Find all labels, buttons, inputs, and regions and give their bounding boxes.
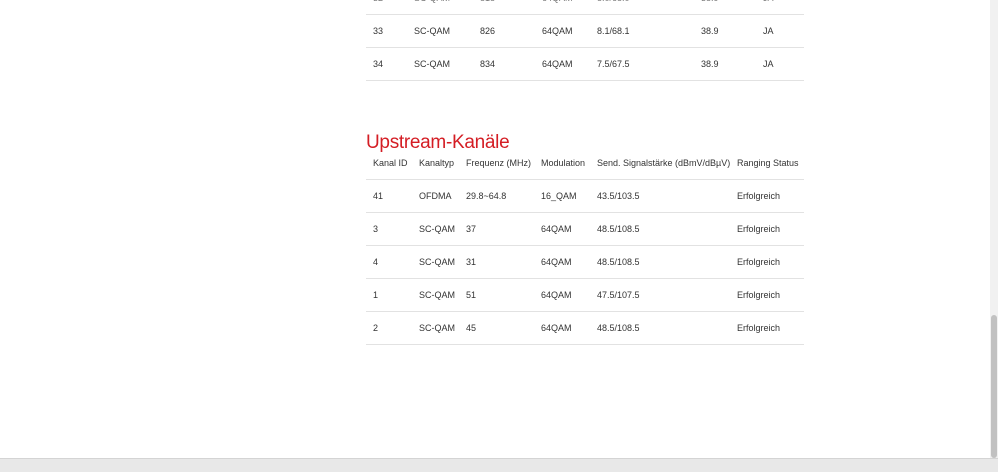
frequency-cell: 29.8~64.8 [466, 179, 541, 213]
modulation-cell: 64QAM [541, 245, 597, 279]
table-row: 1 SC-QAM 51 64QAM 47.5/107.5 Erfolgreich [366, 278, 804, 312]
snr-cell: 38.9 [701, 0, 763, 15]
power-cell: 8.1/68.1 [597, 14, 701, 48]
table-row: 32 SC-QAM 818 64QAM 8.0/68.0 38.9 JA [366, 0, 804, 15]
locked-cell: JA [763, 14, 804, 48]
horizontal-scrollbar[interactable] [0, 458, 998, 472]
modulation-cell: 64QAM [541, 278, 597, 312]
send-power-cell: 48.5/108.5 [597, 245, 737, 279]
send-power-cell: 48.5/108.5 [597, 311, 737, 345]
channel-id-cell: 41 [366, 179, 419, 213]
channel-type-cell: SC-QAM [414, 14, 480, 48]
ranging-status-cell: Erfolgreich [737, 278, 804, 312]
frequency-cell: 51 [466, 278, 541, 312]
column-header-channel-id: Kanal ID [366, 146, 419, 180]
channel-id-cell: 4 [366, 245, 419, 279]
locked-cell: JA [763, 47, 804, 81]
send-power-cell: 48.5/108.5 [597, 212, 737, 246]
table-row: 33 SC-QAM 826 64QAM 8.1/68.1 38.9 JA [366, 14, 804, 48]
column-header-frequency: Frequenz (MHz) [466, 146, 541, 180]
channel-type-cell: SC-QAM [419, 278, 466, 312]
ranging-status-cell: Erfolgreich [737, 179, 804, 213]
frequency-cell: 818 [480, 0, 542, 15]
channel-id-cell: 1 [366, 278, 419, 312]
channel-type-cell: SC-QAM [414, 47, 480, 81]
send-power-cell: 47.5/107.5 [597, 278, 737, 312]
channel-type-cell: OFDMA [419, 179, 466, 213]
column-header-ranging-status: Ranging Status [737, 146, 804, 180]
ranging-status-cell: Erfolgreich [737, 245, 804, 279]
frequency-cell: 45 [466, 311, 541, 345]
table-row: 4 SC-QAM 31 64QAM 48.5/108.5 Erfolgreich [366, 245, 804, 279]
vertical-scrollbar[interactable] [990, 0, 998, 458]
frequency-cell: 826 [480, 14, 542, 48]
channel-type-cell: SC-QAM [419, 311, 466, 345]
frequency-cell: 31 [466, 245, 541, 279]
frequency-cell: 37 [466, 212, 541, 246]
table-row: 41 OFDMA 29.8~64.8 16_QAM 43.5/103.5 Erf… [366, 179, 804, 213]
channel-id-cell: 32 [366, 0, 414, 15]
table-row: 2 SC-QAM 45 64QAM 48.5/108.5 Erfolgreich [366, 311, 804, 345]
channel-id-cell: 34 [366, 47, 414, 81]
upstream-table: Kanal ID Kanaltyp Frequenz (MHz) Modulat… [366, 146, 804, 345]
snr-cell: 38.9 [701, 14, 763, 48]
send-power-cell: 43.5/103.5 [597, 179, 737, 213]
modulation-cell: 64QAM [542, 14, 597, 48]
ranging-status-cell: Erfolgreich [737, 311, 804, 345]
ranging-status-cell: Erfolgreich [737, 212, 804, 246]
modulation-cell: 64QAM [541, 212, 597, 246]
locked-cell: JA [763, 0, 804, 15]
channel-type-cell: SC-QAM [419, 245, 466, 279]
table-row: 3 SC-QAM 37 64QAM 48.5/108.5 Erfolgreich [366, 212, 804, 246]
column-header-modulation: Modulation [541, 146, 597, 180]
column-header-channel-type: Kanaltyp [419, 146, 466, 180]
modulation-cell: 64QAM [542, 0, 597, 15]
snr-cell: 38.9 [701, 47, 763, 81]
power-cell: 7.5/67.5 [597, 47, 701, 81]
table-header-row: Kanal ID Kanaltyp Frequenz (MHz) Modulat… [366, 146, 804, 180]
modulation-cell: 16_QAM [541, 179, 597, 213]
scrollbar-thumb[interactable] [991, 315, 997, 458]
modulation-cell: 64QAM [542, 47, 597, 81]
power-cell: 8.0/68.0 [597, 0, 701, 15]
channel-type-cell: SC-QAM [414, 0, 480, 15]
modulation-cell: 64QAM [541, 311, 597, 345]
column-header-send-power: Send. Signalstärke (dBmV/dBµV) [597, 146, 737, 180]
table-row: 34 SC-QAM 834 64QAM 7.5/67.5 38.9 JA [366, 47, 804, 81]
channel-id-cell: 3 [366, 212, 419, 246]
downstream-table: 32 SC-QAM 818 64QAM 8.0/68.0 38.9 JA 33 … [366, 0, 804, 81]
channel-id-cell: 33 [366, 14, 414, 48]
channel-type-cell: SC-QAM [419, 212, 466, 246]
frequency-cell: 834 [480, 47, 542, 81]
channel-id-cell: 2 [366, 311, 419, 345]
